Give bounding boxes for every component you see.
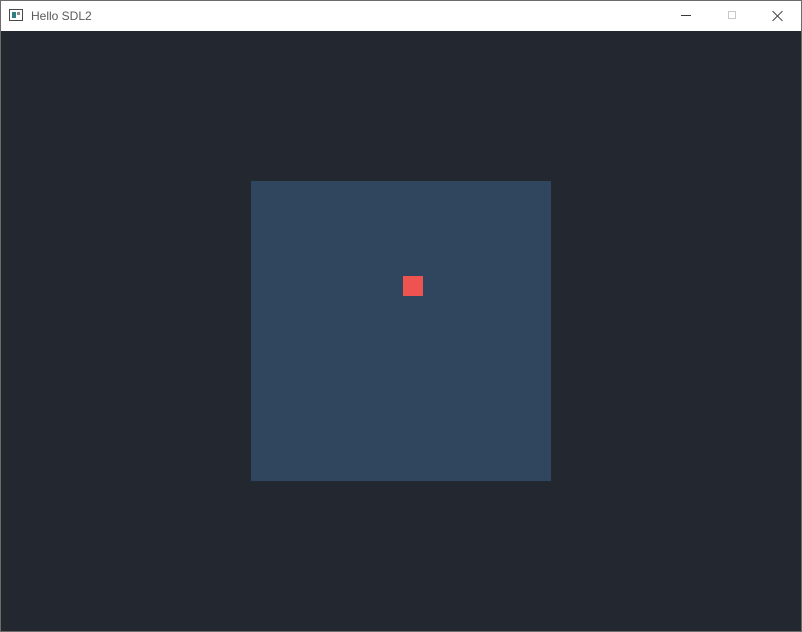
close-button[interactable] [755,1,801,31]
app-window-icon [9,9,23,21]
blue-square [251,181,551,481]
app-window: Hello SDL2 [0,0,802,632]
title-bar[interactable]: Hello SDL2 [1,1,801,31]
minimize-button[interactable] [663,1,709,31]
red-marker [403,276,423,296]
close-icon [772,10,784,22]
maximize-icon [728,11,736,19]
app-icon-pane [17,12,20,15]
app-icon-pane [12,12,16,18]
minimize-icon [681,15,691,16]
render-canvas[interactable] [1,31,801,631]
window-title: Hello SDL2 [31,9,92,23]
maximize-button[interactable] [709,1,755,31]
